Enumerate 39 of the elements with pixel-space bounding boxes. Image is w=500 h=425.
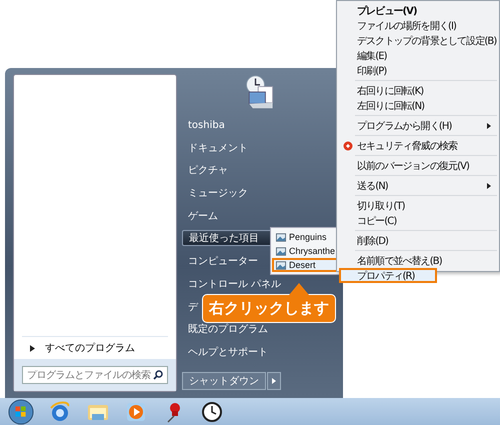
- image-file-icon: [276, 232, 286, 242]
- shutdown-options-button[interactable]: [267, 372, 281, 390]
- start-menu-item[interactable]: デ: [182, 298, 204, 314]
- start-menu-item[interactable]: ヘルプとサポート: [182, 344, 274, 360]
- start-menu-item[interactable]: コントロール パネル: [182, 276, 288, 292]
- start-menu-item[interactable]: ドキュメント: [182, 140, 254, 156]
- security-icon: [343, 141, 353, 151]
- image-file-icon: [276, 246, 286, 256]
- context-menu-item[interactable]: プレビュー(V): [339, 3, 497, 18]
- context-menu-item[interactable]: セキュリティ脅威の検索: [339, 138, 497, 153]
- context-menu-item[interactable]: 以前のバージョンの復元(V): [339, 158, 497, 173]
- context-menu-item[interactable]: 編集(E): [339, 48, 497, 63]
- callout-pointer: [289, 283, 309, 295]
- expand-arrow-icon: [30, 344, 35, 352]
- context-menu-item[interactable]: 切り取り(T): [339, 198, 497, 213]
- start-menu-item[interactable]: ミュージック: [182, 185, 254, 202]
- context-menu-item[interactable]: デスクトップの背景として設定(B): [339, 33, 497, 48]
- start-menu-item[interactable]: ピクチャ: [182, 162, 234, 178]
- context-menu-item[interactable]: 左回りに回転(N): [339, 98, 497, 113]
- submenu-arrow-icon: [487, 183, 491, 189]
- context-menu-item[interactable]: プログラムから開く(H): [339, 118, 497, 133]
- context-menu-item[interactable]: コピー(C): [339, 213, 497, 228]
- start-orb-icon[interactable]: [8, 398, 34, 424]
- context-menu-item[interactable]: 送る(N): [339, 178, 497, 193]
- image-file-icon: [276, 260, 286, 270]
- context-menu-item[interactable]: ファイルの場所を開く(I): [339, 18, 497, 33]
- context-menu-item[interactable]: プロパティ(R): [339, 268, 437, 283]
- start-menu-item[interactable]: toshiba: [182, 117, 231, 133]
- context-menu-item[interactable]: 右回りに回転(K): [339, 83, 497, 98]
- start-menu-item[interactable]: ゲーム: [182, 208, 224, 224]
- start-menu-item[interactable]: コンピューター: [182, 253, 264, 270]
- clock-icon[interactable]: [200, 400, 224, 424]
- arrow-icon: [272, 378, 276, 384]
- start-menu-item[interactable]: 既定のプログラム: [182, 321, 274, 338]
- submenu-arrow-icon: [487, 123, 491, 129]
- context-menu-item[interactable]: 印刷(P): [339, 63, 497, 78]
- search-icon: [153, 370, 163, 380]
- shutdown-button[interactable]: シャットダウン: [182, 372, 266, 390]
- browser-icon[interactable]: [48, 400, 72, 424]
